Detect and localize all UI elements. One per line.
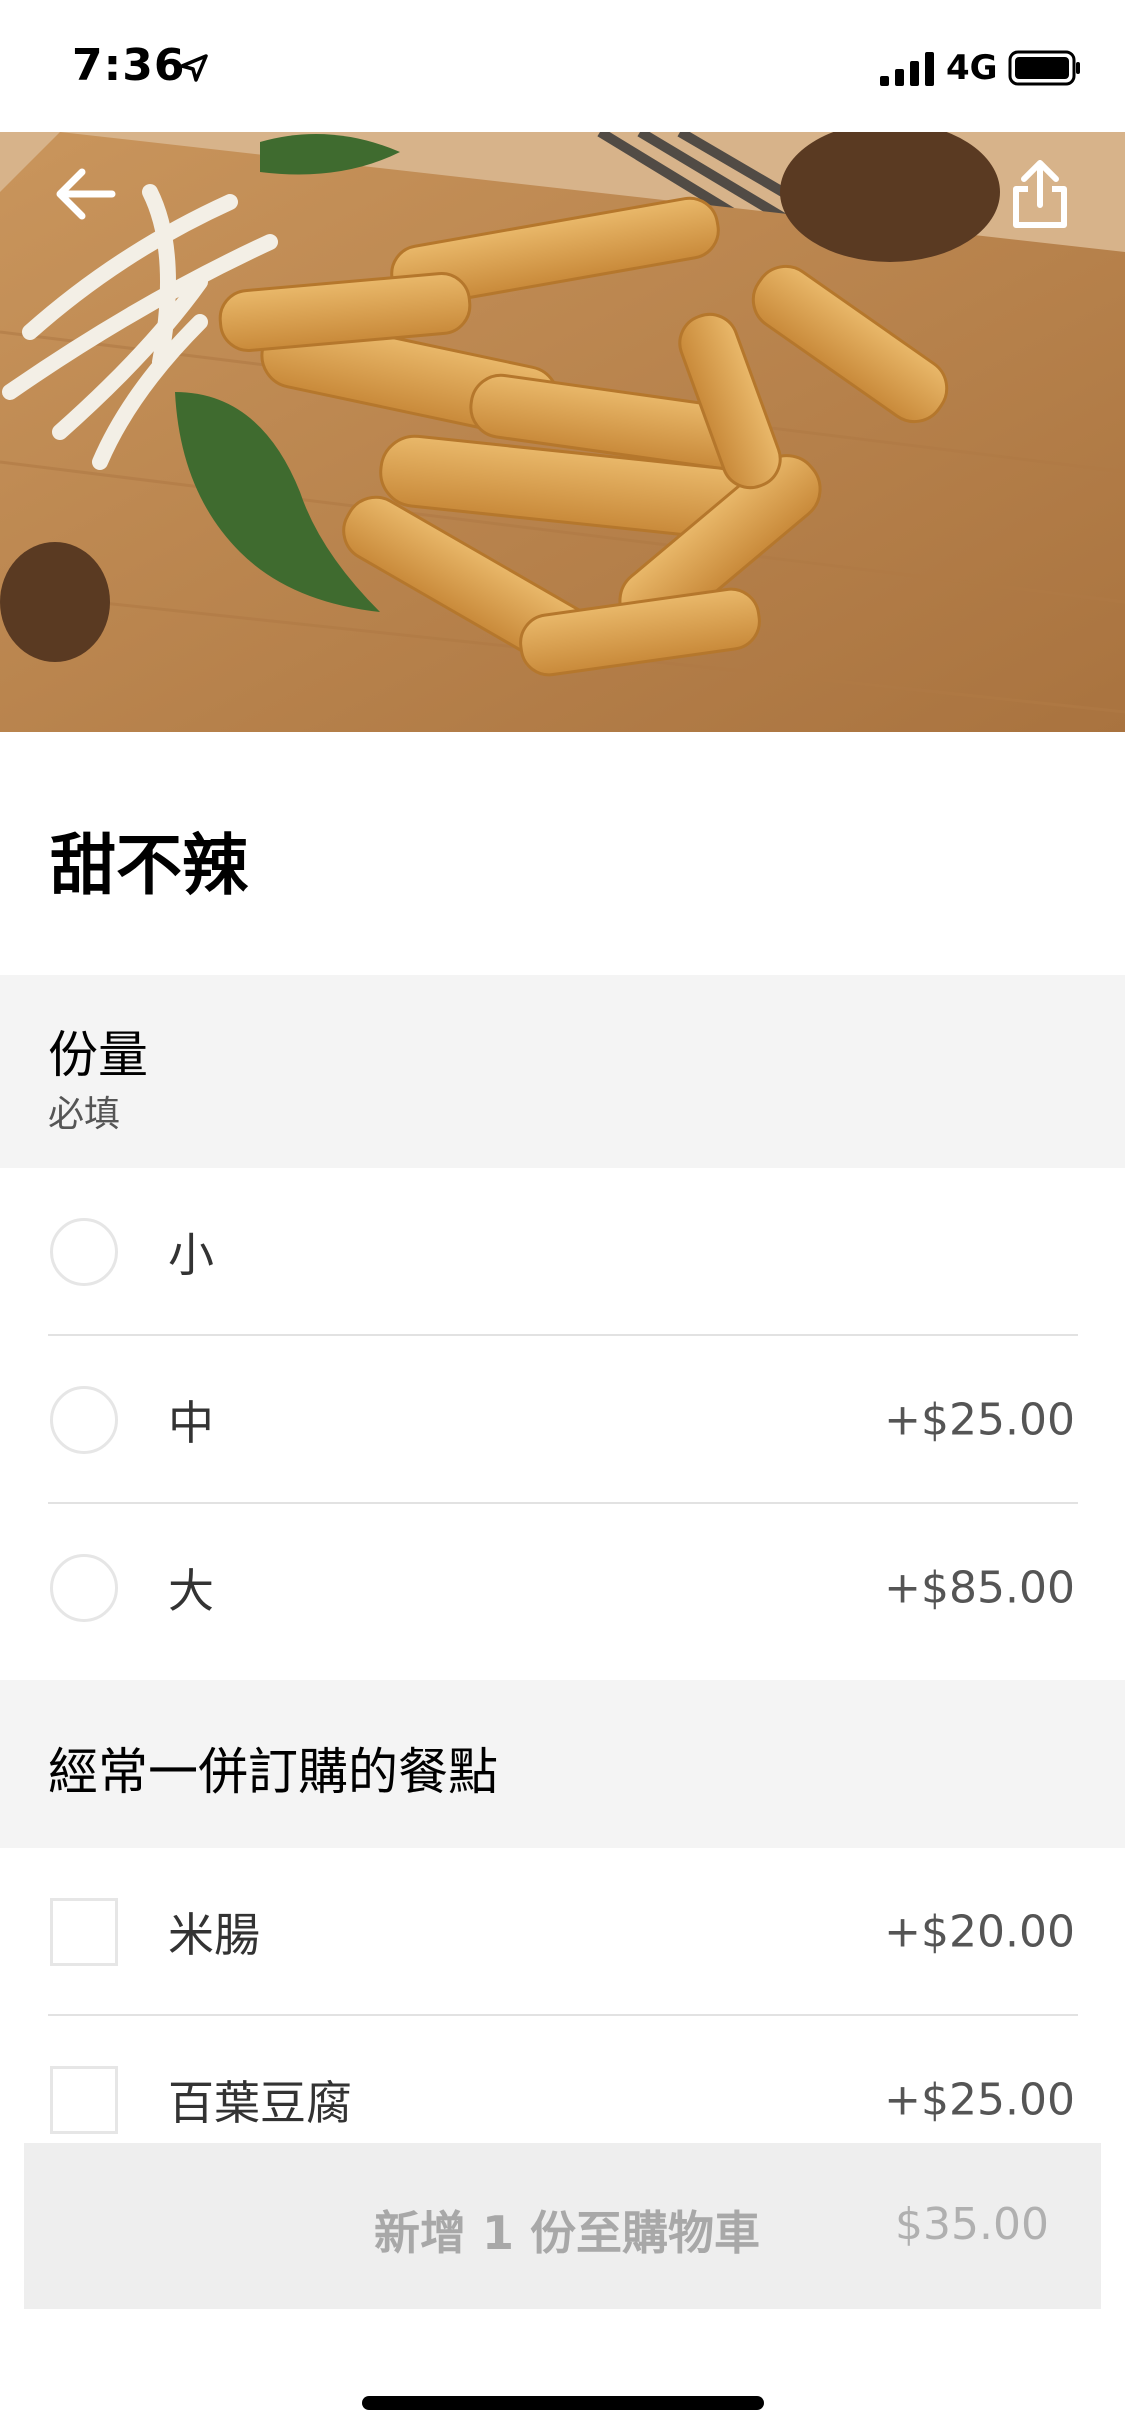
network-label: 4G [946, 48, 998, 88]
share-icon [1013, 160, 1067, 228]
option-label: 百葉豆腐 [168, 2076, 352, 2130]
food-photo [0, 132, 1125, 732]
signal-bars-icon [880, 52, 934, 86]
portion-option-medium[interactable]: 中 +$25.00 [0, 1336, 1125, 1504]
option-label: 小 [168, 1228, 214, 1282]
option-price: +$85.00 [884, 1562, 1075, 1614]
hero-image [0, 132, 1125, 732]
checkbox[interactable] [50, 1898, 118, 1966]
home-indicator[interactable] [362, 2396, 764, 2410]
option-price: +$25.00 [884, 2074, 1075, 2126]
radio-button[interactable] [50, 1218, 118, 1286]
back-button[interactable] [40, 150, 128, 238]
portion-title: 份量 [48, 1026, 148, 1084]
combo-option-rice-sausage[interactable]: 米腸 +$20.00 [0, 1848, 1125, 2016]
share-button[interactable] [996, 150, 1084, 238]
option-label: 米腸 [168, 1908, 260, 1962]
radio-button[interactable] [50, 1554, 118, 1622]
portion-option-small[interactable]: 小 [0, 1168, 1125, 1336]
portion-section-header: 份量 必填 [0, 975, 1125, 1168]
combo-title: 經常一併訂購的餐點 [48, 1743, 498, 1801]
arrow-left-icon [56, 168, 116, 220]
portion-option-large[interactable]: 大 +$85.00 [0, 1504, 1125, 1672]
checkbox[interactable] [50, 2066, 118, 2134]
location-arrow-icon [180, 54, 208, 82]
radio-button[interactable] [50, 1386, 118, 1454]
add-to-cart-button[interactable]: 新增 1 份至購物車 $35.00 [24, 2143, 1101, 2309]
item-title: 甜不辣 [50, 827, 248, 904]
add-to-cart-label: 新增 1 份至購物車 [374, 2206, 761, 2260]
option-price: +$20.00 [884, 1906, 1075, 1958]
option-label: 中 [168, 1396, 214, 1450]
option-price: +$25.00 [884, 1394, 1075, 1446]
battery-icon [1008, 50, 1080, 86]
status-time: 7:36 [72, 40, 186, 91]
option-label: 大 [168, 1564, 214, 1618]
combo-section-header: 經常一併訂購的餐點 [0, 1680, 1125, 1848]
cart-total-price: $35.00 [895, 2199, 1049, 2250]
portion-required-label: 必填 [48, 1094, 121, 1135]
status-bar: 7:36 4G [0, 0, 1125, 132]
